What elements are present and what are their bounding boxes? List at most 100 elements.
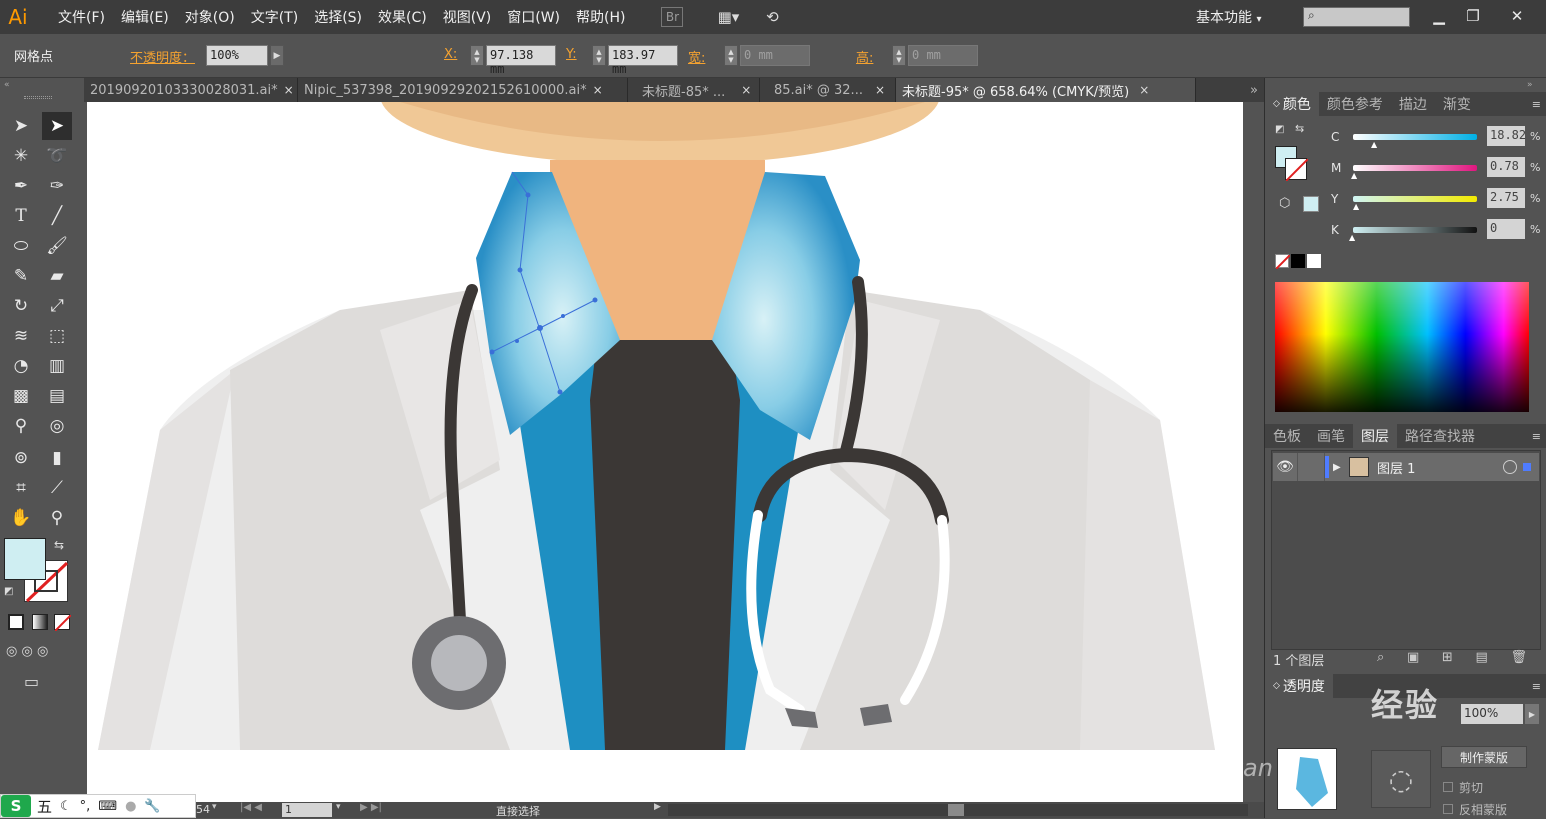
channel-y-field[interactable]: 2.75 <box>1487 188 1525 208</box>
tab-pathfinder[interactable]: 路径查找器 <box>1397 424 1483 448</box>
invert-mask-checkbox[interactable]: 反相蒙版 <box>1443 800 1533 818</box>
settings-wrench-icon[interactable]: 🔧 <box>144 799 160 814</box>
pencil-tool-icon[interactable]: ✎ <box>6 262 36 290</box>
x-field[interactable]: 97.138 mm <box>486 45 556 76</box>
height-field[interactable]: 0 mm <box>908 45 978 66</box>
curvature-tool-icon[interactable]: ✑ <box>42 172 72 200</box>
visibility-eye-icon[interactable]: 👁 <box>1273 459 1297 475</box>
none-mode-icon[interactable] <box>54 614 72 632</box>
none-swatch[interactable] <box>1275 254 1291 270</box>
close-icon[interactable]: × <box>1139 83 1149 97</box>
tab-document-2[interactable]: Nipic_537398_20190929202152610000.ai* × <box>298 78 628 102</box>
menu-help[interactable]: 帮助(H) <box>568 7 633 27</box>
status-menu-icon[interactable]: ▶ <box>654 802 661 812</box>
scale-tool-icon[interactable]: ⤢ <box>42 292 72 320</box>
channel-c-field[interactable]: 18.82 <box>1487 126 1525 146</box>
toolbox-grip[interactable] <box>24 96 52 99</box>
black-swatch[interactable] <box>1291 254 1305 268</box>
channel-k-field[interactable]: 0 <box>1487 219 1525 239</box>
panel-menu-icon[interactable]: ≡ <box>1532 98 1541 111</box>
zoom-dropdown-icon[interactable]: ▾ <box>212 802 217 812</box>
lasso-tool-icon[interactable]: ➰ <box>42 142 72 170</box>
artboard-tool-icon[interactable]: ⌗ <box>6 474 36 502</box>
close-icon[interactable]: × <box>875 83 885 97</box>
expand-arrow-icon[interactable]: ▶ <box>1333 462 1349 473</box>
draw-modes-icon[interactable]: ◎ ◎ ◎ <box>6 644 74 662</box>
slice-tool-icon[interactable]: ⟋ <box>42 474 72 502</box>
panel-menu-icon[interactable]: ≡ <box>1532 680 1541 693</box>
collapse-icon[interactable]: » <box>1527 80 1543 90</box>
channel-m-slider[interactable] <box>1353 165 1477 171</box>
tab-swatches[interactable]: 色板 <box>1265 424 1309 448</box>
width-tool-icon[interactable]: ≋ <box>6 322 36 350</box>
channel-m-thumb-icon[interactable]: ▲ <box>1351 171 1359 180</box>
channel-y-slider[interactable] <box>1353 196 1477 202</box>
color-spectrum[interactable] <box>1275 282 1529 412</box>
user-icon[interactable]: ● <box>125 799 136 814</box>
transparency-opacity-field[interactable]: 100% <box>1461 704 1523 724</box>
close-icon[interactable]: × <box>593 83 603 97</box>
page-field[interactable]: 1 <box>282 803 332 817</box>
lock-toggle[interactable] <box>1297 453 1325 481</box>
width-stepper[interactable]: ▲ ▼ <box>724 45 738 66</box>
height-stepper[interactable]: ▲ ▼ <box>892 45 906 66</box>
line-tool-icon[interactable]: ╱ <box>42 202 72 230</box>
hand-tool-icon[interactable]: ✋ <box>6 504 36 532</box>
canvas-area[interactable] <box>84 102 1244 802</box>
opacity-label[interactable]: 不透明度： <box>130 47 195 66</box>
eyedropper-tool-icon[interactable]: ⚲ <box>6 412 36 440</box>
sogou-logo-icon[interactable]: S <box>1 795 31 817</box>
input-mode-label[interactable]: 五 <box>37 796 52 817</box>
panel-menu-icon[interactable]: ≡ <box>1532 430 1541 443</box>
x-stepper[interactable]: ▲ ▼ <box>470 45 484 66</box>
punctuation-icon[interactable]: °, <box>80 799 91 814</box>
menu-type[interactable]: 文字(T) <box>243 7 306 27</box>
out-of-gamut-icon[interactable]: ⬡ <box>1279 196 1295 212</box>
tab-document-3[interactable]: 未标题-85* ... × <box>628 78 760 102</box>
paintbrush-tool-icon[interactable]: 🖌 <box>42 232 72 260</box>
layer-row[interactable]: 👁 ▶ 图层 1 <box>1273 453 1539 481</box>
width-field[interactable]: 0 mm <box>740 45 810 66</box>
fill-swatch[interactable] <box>4 538 46 580</box>
help-search-input[interactable]: ⌕ <box>1303 7 1410 27</box>
make-mask-button[interactable]: 制作蒙版 <box>1441 746 1527 768</box>
gamut-color-swatch[interactable] <box>1303 196 1319 212</box>
y-field[interactable]: 183.97 mm <box>608 45 678 76</box>
clipping-mask-icon[interactable]: ▣ <box>1407 650 1419 666</box>
close-icon[interactable]: × <box>284 83 294 97</box>
direct-selection-tool-icon[interactable]: ➤ <box>42 112 72 140</box>
default-colors-icon[interactable]: ◩ <box>4 586 18 600</box>
channel-m-field[interactable]: 0.78 <box>1487 157 1525 177</box>
menu-edit[interactable]: 编辑(E) <box>113 7 177 27</box>
scroll-thumb[interactable] <box>948 804 964 816</box>
menu-file[interactable]: 文件(F) <box>50 7 113 27</box>
channel-k-thumb-icon[interactable]: ▲ <box>1349 233 1357 242</box>
arrange-documents-icon[interactable]: ▦▾ <box>711 7 745 27</box>
blend-tool-icon[interactable]: ◎ <box>42 412 72 440</box>
zoom-field[interactable]: 54 <box>196 803 210 816</box>
selection-indicator[interactable] <box>1523 463 1531 471</box>
tab-gradient[interactable]: 渐变 <box>1435 92 1479 116</box>
target-icon[interactable] <box>1503 460 1517 474</box>
close-icon[interactable]: × <box>741 83 751 97</box>
artboard[interactable] <box>87 102 1243 802</box>
perspective-grid-tool-icon[interactable]: ▥ <box>42 352 72 380</box>
color-mode-icon[interactable] <box>8 614 24 630</box>
selection-tool-icon[interactable]: ➤ <box>6 112 36 140</box>
menu-effect[interactable]: 效果(C) <box>370 7 435 27</box>
page-nav-last-icon[interactable]: ▶ ▶| <box>360 802 382 813</box>
clip-checkbox[interactable]: 剪切 <box>1443 778 1533 796</box>
eraser-tool-icon[interactable]: ▰ <box>42 262 72 290</box>
new-layer-icon[interactable]: ▤ <box>1476 650 1488 666</box>
tab-document-5[interactable]: 未标题-95* @ 658.64% (CMYK/预览) × <box>896 78 1196 102</box>
close-window-button[interactable]: ✕ <box>1502 3 1532 29</box>
new-sublayer-icon[interactable]: ⊞ <box>1442 650 1453 666</box>
menu-select[interactable]: 选择(S) <box>306 7 370 27</box>
bridge-button[interactable]: Br <box>661 7 684 27</box>
y-stepper[interactable]: ▲ ▼ <box>592 45 606 66</box>
white-swatch[interactable] <box>1307 254 1321 268</box>
layer-name[interactable]: 图层 1 <box>1377 458 1415 477</box>
tab-color-guide[interactable]: 颜色参考 <box>1319 92 1391 116</box>
menu-view[interactable]: 视图(V) <box>435 7 500 27</box>
channel-c-thumb-icon[interactable]: ▲ <box>1371 140 1379 149</box>
